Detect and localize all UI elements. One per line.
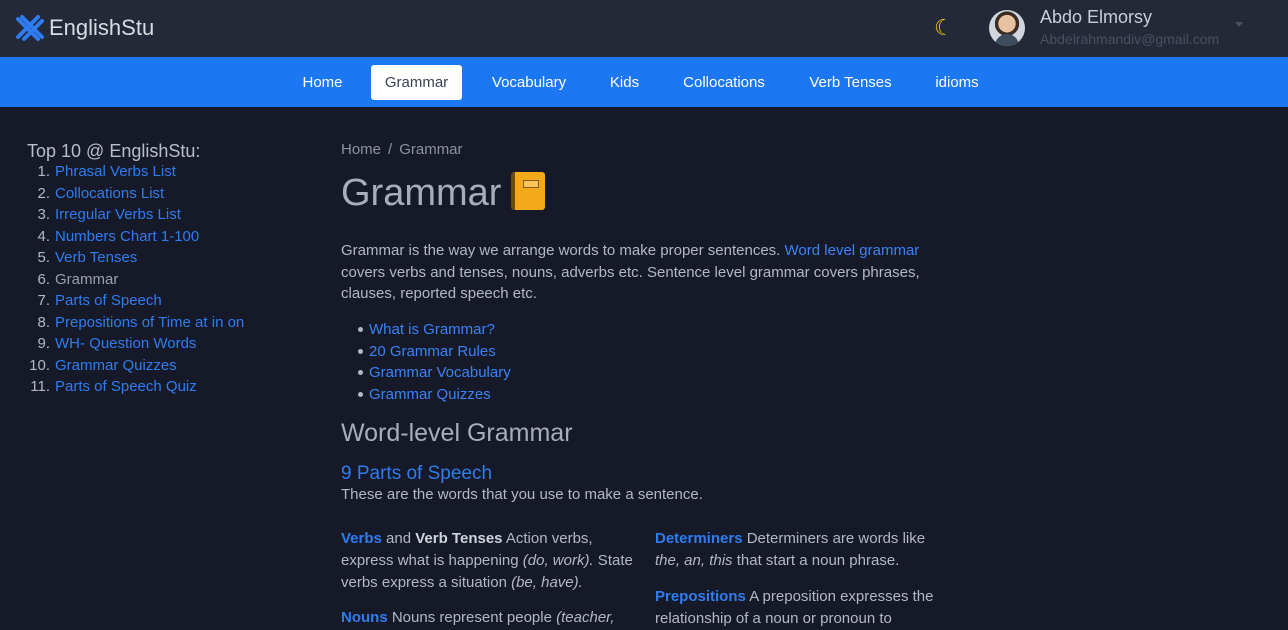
- section-title: Word-level Grammar: [341, 419, 573, 447]
- grammar-quizzes-link[interactable]: Grammar Quizzes: [369, 384, 491, 405]
- top-header: EnglishStu ☾ Abdo Elmorsy Abdelrahmandiv…: [0, 0, 1288, 57]
- determiners-link[interactable]: Determiners: [655, 530, 743, 547]
- determiners-text: Determiners are words like: [742, 530, 926, 547]
- notebook-icon: [511, 171, 546, 210]
- toc-link[interactable]: Collocations List: [55, 183, 164, 204]
- verb-tenses-label: Verb Tenses: [415, 530, 503, 547]
- nav-idioms[interactable]: idioms: [921, 65, 993, 100]
- verbs-link[interactable]: Verbs: [341, 530, 382, 547]
- toc-link[interactable]: Numbers Chart 1-100: [55, 226, 199, 247]
- list-number: 3.: [37, 206, 50, 223]
- list-number: 9.: [37, 335, 50, 352]
- verbs-example: (do, work).: [522, 552, 594, 569]
- determiners-block: Determiners Determiners are words like t…: [655, 528, 945, 572]
- list-number: 7.: [37, 292, 50, 309]
- toc-current: Grammar: [55, 271, 119, 288]
- breadcrumb-separator: /: [388, 141, 393, 158]
- verbs-and: and: [381, 530, 416, 547]
- list-number: 6.: [37, 271, 50, 288]
- nav-verb-tenses[interactable]: Verb Tenses: [795, 65, 906, 100]
- list-number: 11.: [30, 378, 50, 395]
- toc-link[interactable]: Parts of Speech Quiz: [55, 376, 197, 397]
- bullet-icon: [358, 327, 363, 332]
- nouns-example: (teacher,: [556, 609, 615, 626]
- chevron-down-icon[interactable]: [1235, 22, 1243, 27]
- user-email: Abdelrahmandiv@gmail.com: [1040, 31, 1220, 47]
- nav-home[interactable]: Home: [289, 65, 356, 100]
- grammar-vocabulary-link[interactable]: Grammar Vocabulary: [369, 362, 511, 383]
- verbs-example-2: (be, have).: [511, 574, 583, 591]
- list-number: 4.: [37, 228, 50, 245]
- intro-text-2: covers verbs and tenses, nouns, adverbs …: [341, 263, 920, 303]
- list-number: 1.: [37, 163, 50, 180]
- brand-x-icon: [16, 15, 44, 41]
- page-title-text: Grammar: [341, 172, 502, 214]
- avatar[interactable]: [989, 10, 1025, 46]
- prepositions-block: Prepositions A preposition expresses the…: [655, 586, 945, 630]
- breadcrumb-home[interactable]: Home: [341, 141, 381, 158]
- main-nav: Home Grammar Vocabulary Kids Collocation…: [0, 57, 1288, 107]
- toc-link[interactable]: Grammar Quizzes: [55, 355, 177, 376]
- toc-link[interactable]: Prepositions of Time at in on: [55, 312, 244, 333]
- list-number: 5.: [37, 249, 50, 266]
- word-level-grammar-link[interactable]: Word level grammar: [785, 242, 920, 259]
- nouns-link[interactable]: Nouns: [341, 609, 388, 626]
- page-title: Grammar: [341, 171, 546, 215]
- grammar-rules-link[interactable]: 20 Grammar Rules: [369, 341, 496, 362]
- breadcrumb-current: Grammar: [399, 141, 463, 158]
- determiners-example: the, an, this: [655, 552, 733, 569]
- bullet-icon: [358, 349, 363, 354]
- list-number: 10.: [29, 357, 50, 374]
- toc-link[interactable]: Verb Tenses: [55, 247, 137, 268]
- toc-link[interactable]: Phrasal Verbs List: [55, 161, 176, 182]
- verbs-block: Verbs and Verb Tenses Action verbs, expr…: [341, 528, 636, 594]
- prepositions-link[interactable]: Prepositions: [655, 588, 746, 605]
- nav-collocations[interactable]: Collocations: [668, 65, 780, 100]
- toc-link[interactable]: Parts of Speech: [55, 290, 162, 311]
- moon-icon[interactable]: ☾: [934, 16, 954, 40]
- brand-name: EnglishStu: [49, 15, 155, 40]
- determiners-text-2: that start a noun phrase.: [732, 552, 900, 569]
- subsection-description: These are the words that you use to make…: [341, 486, 703, 503]
- parts-of-speech-link[interactable]: 9 Parts of Speech: [341, 463, 492, 485]
- toc-link[interactable]: Irregular Verbs List: [55, 204, 181, 225]
- list-number: 2.: [37, 185, 50, 202]
- bullet-icon: [358, 392, 363, 397]
- sidebar-title: Top 10 @ EnglishStu:: [27, 141, 201, 161]
- nav-kids[interactable]: Kids: [596, 65, 653, 100]
- nouns-text: Nouns represent people: [387, 609, 557, 626]
- bullet-icon: [358, 370, 363, 375]
- intro-paragraph: Grammar is the way we arrange words to m…: [341, 240, 941, 305]
- toc-link[interactable]: WH- Question Words: [55, 333, 196, 354]
- nav-grammar[interactable]: Grammar: [371, 65, 462, 100]
- nav-vocabulary[interactable]: Vocabulary: [477, 65, 581, 100]
- breadcrumb: Home / Grammar: [341, 141, 463, 158]
- what-is-grammar-link[interactable]: What is Grammar?: [369, 319, 495, 340]
- nouns-block: Nouns Nouns represent people (teacher,: [341, 607, 636, 629]
- user-name[interactable]: Abdo Elmorsy: [1040, 7, 1152, 28]
- brand-logo[interactable]: EnglishStu: [14, 12, 154, 44]
- intro-text: Grammar is the way we arrange words to m…: [341, 242, 785, 259]
- list-number: 8.: [37, 314, 50, 331]
